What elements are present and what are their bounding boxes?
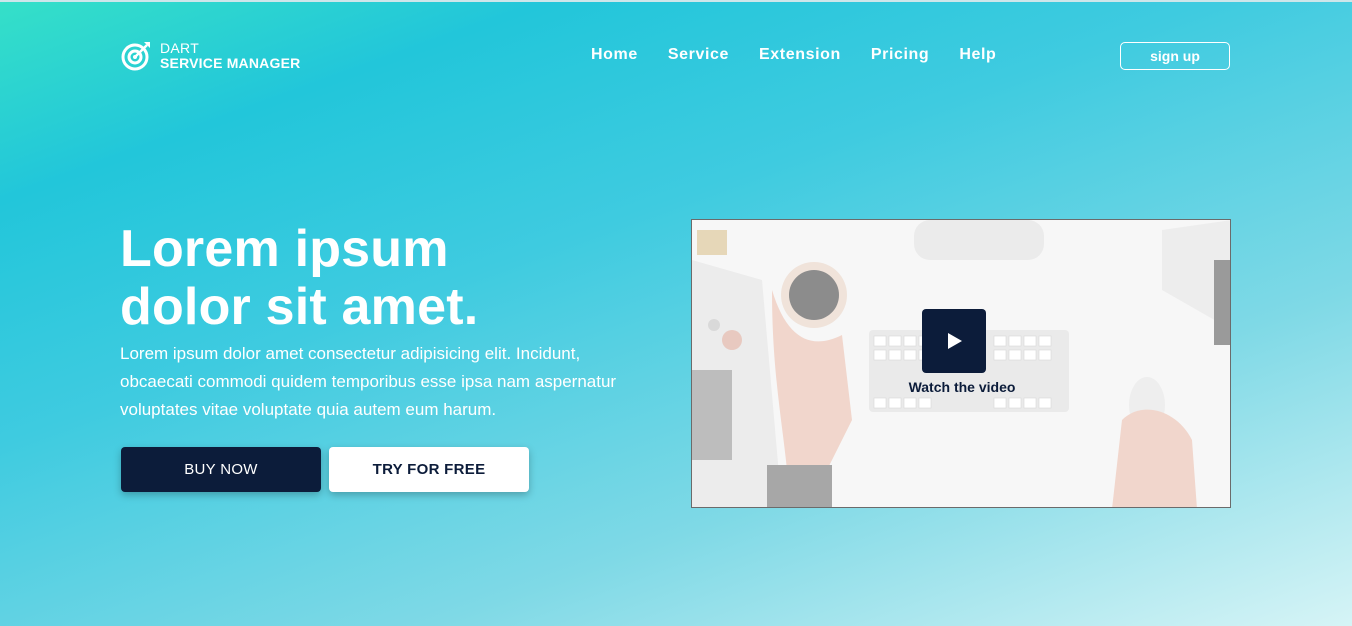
hero-title-line1: Lorem ipsum [120, 220, 449, 278]
hero-description: Lorem ipsum dolor amet consectetur adipi… [120, 344, 617, 419]
nav-extension[interactable]: Extension [759, 46, 841, 64]
nav-pricing[interactable]: Pricing [871, 46, 929, 64]
target-icon [121, 42, 150, 71]
watch-video-label: Watch the video [908, 379, 1016, 395]
nav-home[interactable]: Home [591, 46, 638, 64]
hero-title-line2: dolor sit amet. [120, 278, 479, 336]
play-button[interactable] [922, 309, 986, 373]
logo-line2: SERVICE MANAGER [160, 55, 301, 71]
logo-line1: DART [160, 40, 200, 56]
signup-button[interactable]: sign up [1120, 42, 1230, 70]
hero-title: Lorem ipsum dolor sit amet. [120, 220, 640, 336]
play-icon [948, 333, 962, 349]
main-nav: Home Service Extension Pricing Help [591, 46, 996, 64]
nav-help[interactable]: Help [959, 46, 996, 64]
logo[interactable]: DART SERVICE MANAGER [120, 40, 300, 72]
video-preview[interactable]: Watch the video [691, 219, 1231, 508]
nav-service[interactable]: Service [668, 46, 729, 64]
buy-now-button[interactable]: BUY NOW [121, 447, 321, 492]
top-border [0, 0, 1352, 2]
try-for-free-button[interactable]: TRY FOR FREE [329, 447, 529, 492]
